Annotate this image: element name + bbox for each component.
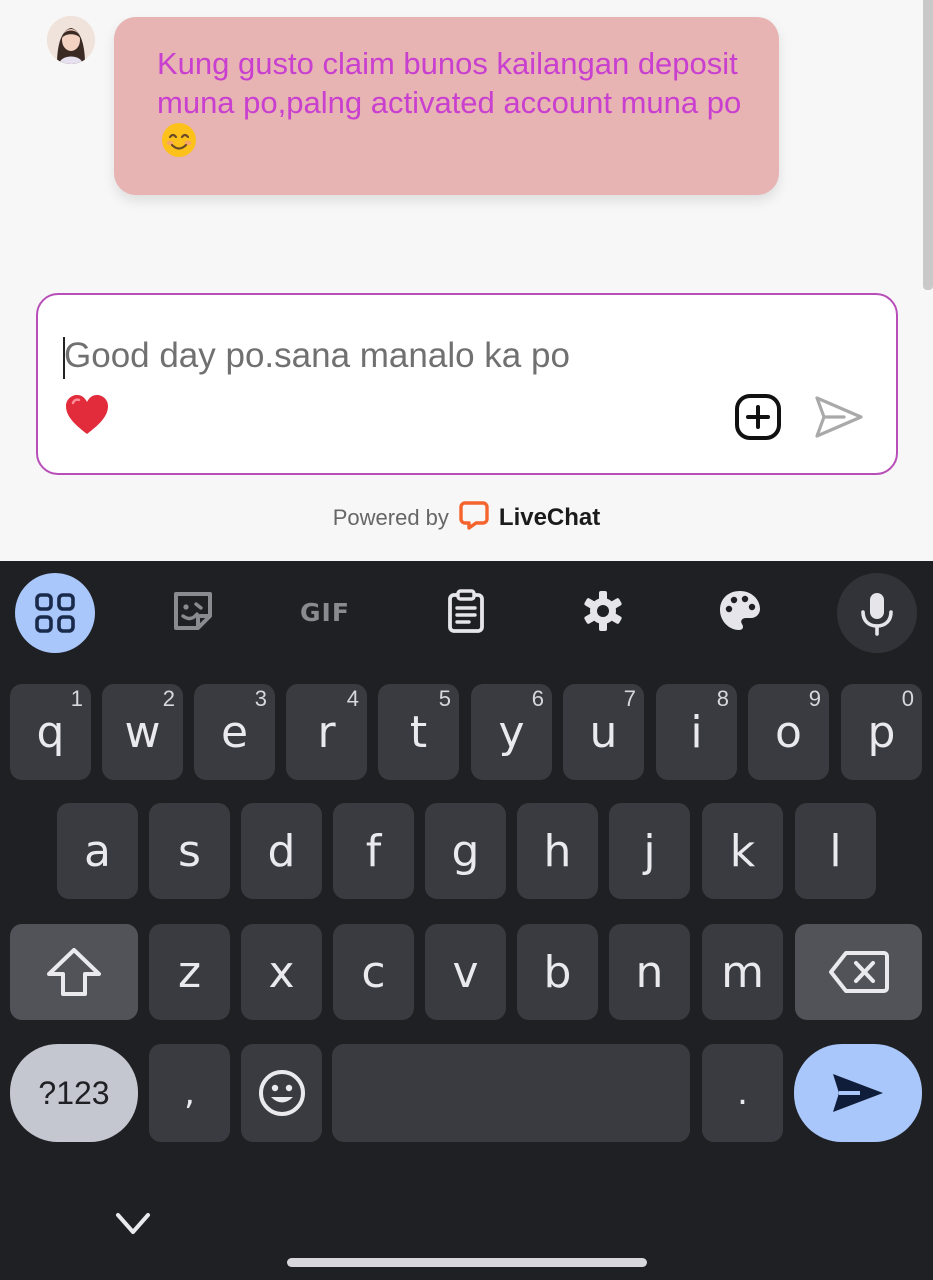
key-e[interactable]: e3 <box>194 684 275 780</box>
plus-square-icon[interactable] <box>734 393 782 441</box>
key-g[interactable]: g <box>425 803 506 899</box>
hide-keyboard-chevron-icon[interactable] <box>114 1209 152 1239</box>
agent-message-bubble: Kung gusto claim bunos kailangan deposit… <box>114 17 779 195</box>
key-a[interactable]: a <box>57 803 138 899</box>
key-s[interactable]: s <box>149 803 230 899</box>
palette-icon[interactable] <box>717 588 763 634</box>
key-l[interactable]: l <box>795 803 876 899</box>
key-d[interactable]: d <box>241 803 322 899</box>
key-c[interactable]: c <box>333 924 414 1020</box>
key-i[interactable]: i8 <box>656 684 737 780</box>
key-k[interactable]: k <box>702 803 783 899</box>
send-arrow-icon <box>833 1074 883 1112</box>
clipboard-icon[interactable] <box>443 588 489 634</box>
key-p[interactable]: p0 <box>841 684 922 780</box>
powered-by-footer: Powered by LiveChat <box>0 500 933 536</box>
agent-avatar <box>47 16 95 64</box>
key-w[interactable]: w2 <box>102 684 183 780</box>
key-z[interactable]: z <box>149 924 230 1020</box>
key-u[interactable]: u7 <box>563 684 644 780</box>
key-j[interactable]: j <box>609 803 690 899</box>
spacebar[interactable] <box>332 1044 690 1142</box>
gesture-home-bar[interactable] <box>287 1258 647 1267</box>
livechat-brand-link[interactable]: LiveChat <box>499 504 600 532</box>
key-o[interactable]: o9 <box>748 684 829 780</box>
message-composer[interactable]: Good day po.sana manalo ka po <box>36 293 898 475</box>
message-input-text[interactable]: Good day po.sana manalo ka po <box>64 335 570 377</box>
key-x[interactable]: x <box>241 924 322 1020</box>
agent-message-text: Kung gusto claim bunos kailangan deposit… <box>157 46 742 120</box>
powered-by-label: Powered by <box>332 505 449 530</box>
backspace-icon <box>828 951 889 993</box>
keyboard-toolbar: GIF <box>0 561 933 661</box>
key-b[interactable]: b <box>517 924 598 1020</box>
key-f[interactable]: f <box>333 803 414 899</box>
chat-area: Kung gusto claim bunos kailangan deposit… <box>0 0 933 561</box>
scrollbar-thumb[interactable] <box>923 0 933 290</box>
key-comma[interactable]: , <box>149 1044 230 1142</box>
symbols-key[interactable]: ?123 <box>10 1044 138 1142</box>
key-m[interactable]: m <box>702 924 783 1020</box>
enter-send-key[interactable] <box>794 1044 922 1142</box>
microphone-icon[interactable] <box>837 573 917 653</box>
heart-emoji-icon <box>64 393 110 437</box>
key-q[interactable]: q1 <box>10 684 91 780</box>
emoji-key[interactable] <box>241 1044 322 1142</box>
key-period[interactable]: . <box>702 1044 783 1142</box>
emoji-smiley-icon <box>258 1070 305 1116</box>
key-y[interactable]: y6 <box>471 684 552 780</box>
shift-arrow-icon <box>47 948 101 996</box>
apps-grid-icon[interactable] <box>15 573 95 653</box>
shift-key[interactable] <box>10 924 138 1020</box>
backspace-key[interactable] <box>795 924 922 1020</box>
key-h[interactable]: h <box>517 803 598 899</box>
smiling-face-emoji-icon <box>161 122 197 167</box>
livechat-logo-icon <box>459 500 489 536</box>
gif-button[interactable]: GIF <box>300 598 350 627</box>
key-v[interactable]: v <box>425 924 506 1020</box>
key-r[interactable]: r4 <box>286 684 367 780</box>
key-t[interactable]: t5 <box>378 684 459 780</box>
settings-gear-icon[interactable] <box>580 588 626 634</box>
on-screen-keyboard: GIF q 1 w 2 e 3 r 4 t 5 y 6 u 7 i 8 o 9 … <box>0 561 933 1280</box>
send-arrow-icon[interactable] <box>814 394 864 440</box>
key-n[interactable]: n <box>609 924 690 1020</box>
sticker-icon[interactable] <box>170 588 216 634</box>
